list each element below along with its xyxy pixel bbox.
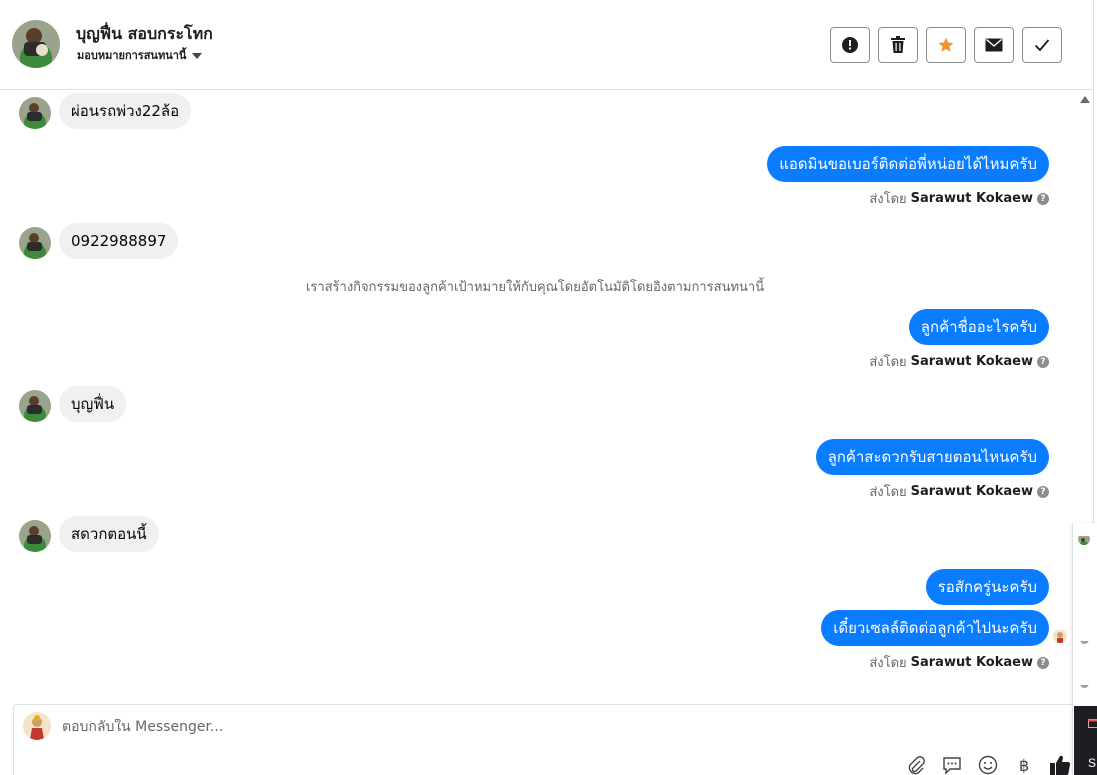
help-icon[interactable]: ? [1037,485,1049,498]
seen-receipt-avatar [1053,629,1067,643]
outgoing-message: รอสักครู่นะครับ [925,569,1049,605]
emoji-button[interactable] [976,753,1000,775]
exclamation-circle-icon [842,37,858,53]
spam-button[interactable] [830,27,870,63]
incoming-message: สดวกตอนนี้ [59,516,159,552]
contact-avatar[interactable] [12,20,60,68]
help-icon[interactable]: ? [1037,656,1049,669]
assign-label: มอบหมายการสนทนานี้ [77,49,187,62]
like-button[interactable] [1048,753,1072,775]
sent-by-label: ส่งโดย Sarawut Kokaew ? [869,351,1049,372]
system-note: เราสร้างกิจกรรมของลูกค้าเป้าหมายให้กับคุ… [305,280,765,295]
scroll-up-arrow-icon[interactable] [1080,96,1090,103]
mark-unread-button[interactable] [974,27,1014,63]
attach-button[interactable] [904,753,928,775]
sent-by-label: ส่งโดย Sarawut Kokaew ? [869,188,1049,209]
outgoing-message: เดี๋ยวเซลล์ติดต่อลูกค้าไปนะครับ [821,610,1049,646]
outgoing-message: แอดมินขอเบอร์ติดต่อพี่หน่อยได้ไหมครับ [767,146,1049,182]
reply-composer: ฿ [13,704,1093,775]
star-icon [938,37,954,52]
envelope-icon [985,38,1003,52]
avatar[interactable] [1080,679,1089,688]
smiley-icon [978,755,998,775]
baht-icon: ฿ [1019,756,1029,775]
sent-by-prefix: ส่งโดย [869,355,907,370]
delete-button[interactable] [878,27,918,63]
sent-by-label: ส่งโดย Sarawut Kokaew ? [869,652,1049,673]
sent-by-prefix: ส่งโดย [869,485,907,500]
calendar-icon [1088,719,1097,728]
contact-avatar-small [19,520,51,552]
conversation-header: บุญฟื่น สอบกระโทก มอบหมายการสนทนานี้ [0,0,1093,90]
reply-input[interactable] [62,719,962,735]
outgoing-message: ลูกค้าชื่ออะไรครับ [908,309,1049,345]
sender-name: Sarawut Kokaew [910,191,1033,206]
help-icon[interactable]: ? [1037,192,1049,205]
side-panel-label: S [1088,756,1097,770]
help-icon[interactable]: ? [1037,355,1049,368]
speech-bubble-icon [943,757,961,775]
contact-name: บุญฟื่น สอบกระโทก [76,24,213,43]
contact-avatar-small [19,390,51,422]
checkmark-icon [1034,39,1050,52]
payment-button[interactable]: ฿ [1012,753,1036,775]
incoming-message: บุญฟื่น [59,386,127,422]
svg-text:฿: ฿ [1019,756,1029,775]
avatar[interactable] [1078,533,1090,545]
paperclip-icon [908,756,925,775]
sent-by-prefix: ส่งโดย [869,656,907,671]
trash-icon [891,36,905,53]
thumbs-up-icon [1050,755,1071,775]
outgoing-message: ลูกค้าสะดวกรับสายตอนไหนครับ [815,439,1049,475]
sent-by-label: ส่งโดย Sarawut Kokaew ? [869,481,1049,502]
page-avatar [23,712,51,740]
side-panel-dark-footer[interactable]: S [1074,706,1097,775]
contact-avatar-small [19,97,51,129]
star-button[interactable] [926,27,966,63]
chevron-down-icon [192,53,203,59]
assign-conversation-dropdown[interactable]: มอบหมายการสนทนานี้ [77,46,203,64]
done-button[interactable] [1022,27,1062,63]
incoming-message: ผ่อนรถพ่วง22ล้อ [59,93,192,129]
contact-avatar-small [19,227,51,259]
sender-name: Sarawut Kokaew [910,655,1033,670]
sender-name: Sarawut Kokaew [910,484,1033,499]
reply-tools: ฿ [904,753,1072,775]
incoming-message: 0922988897 [59,223,179,259]
sender-name: Sarawut Kokaew [910,354,1033,369]
conversation-toolbar [830,27,1062,63]
sent-by-prefix: ส่งโดย [869,192,907,207]
saved-replies-button[interactable] [940,753,964,775]
avatar[interactable] [1080,635,1089,644]
